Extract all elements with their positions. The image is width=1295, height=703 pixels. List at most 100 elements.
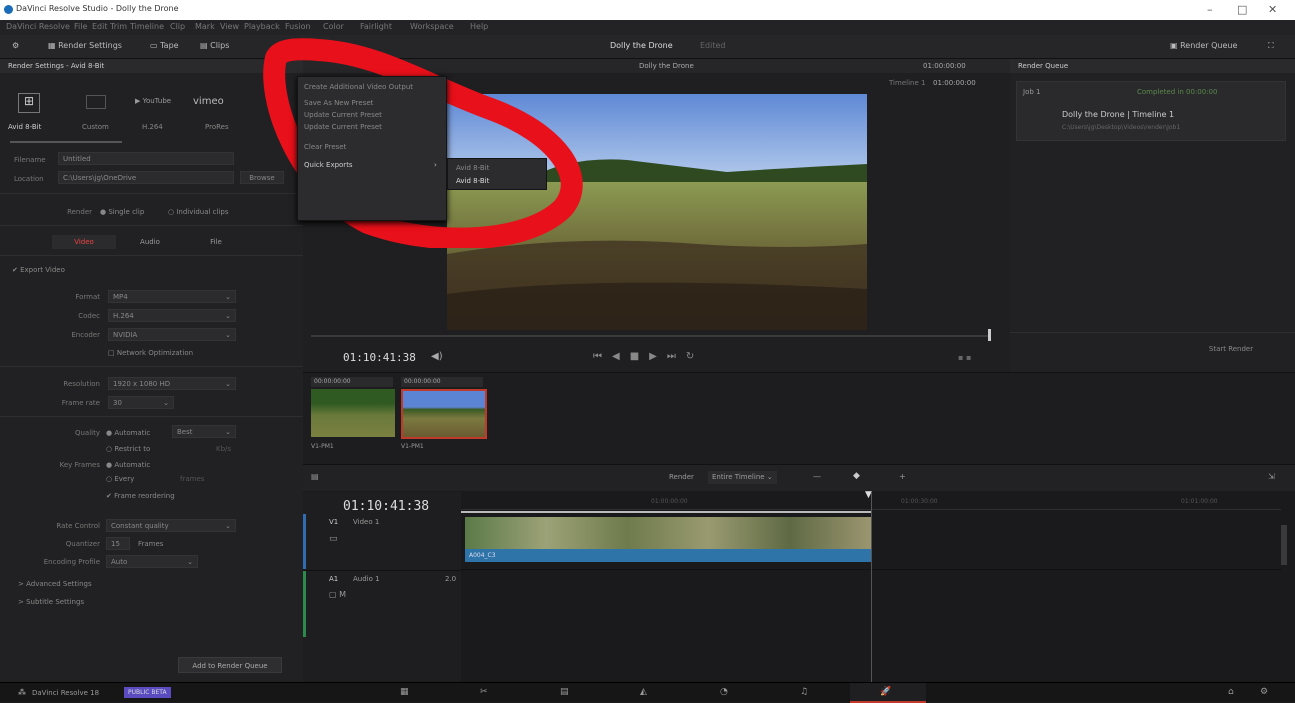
submenu-option[interactable]: Avid 8-Bit xyxy=(456,164,489,172)
minimize-icon[interactable]: – xyxy=(1207,3,1213,16)
location-label: Location xyxy=(14,175,44,183)
fairlight-page-icon[interactable]: ♫ xyxy=(800,687,808,697)
render-settings-button[interactable]: ▦ Render Settings xyxy=(48,41,122,50)
transport-controls[interactable]: ⏮◀■▶⏭↻ xyxy=(593,351,704,362)
menu-item[interactable]: Timeline xyxy=(130,22,164,31)
render-queue-button[interactable]: ▣ Render Queue xyxy=(1170,41,1237,50)
clip-thumbnail-selected[interactable] xyxy=(401,389,487,439)
add-to-render-queue-button[interactable]: Add to Render Queue xyxy=(178,657,282,673)
keyframes-every-radio[interactable]: ○ Every xyxy=(106,475,134,483)
menu-option[interactable]: Update Current Preset xyxy=(304,123,382,131)
youtube-preset-icon[interactable]: ▶ YouTube xyxy=(135,97,171,105)
playhead-marker[interactable] xyxy=(988,329,991,341)
advanced-settings-toggle[interactable]: > Advanced Settings xyxy=(18,580,92,588)
menu-item[interactable]: Trim xyxy=(110,22,127,31)
quality-restrict-radio[interactable]: ○ Restrict to xyxy=(106,445,150,453)
submenu-option[interactable]: Avid 8-Bit xyxy=(456,177,489,185)
menu-option[interactable]: Save As New Preset xyxy=(304,99,373,107)
custom-preset-icon[interactable] xyxy=(86,95,106,109)
encoder-select[interactable]: NVIDIA ⌄ xyxy=(108,328,236,341)
maximize-icon[interactable]: □ xyxy=(1237,3,1247,16)
color-page-icon[interactable]: ◔ xyxy=(720,687,728,697)
preset-label[interactable]: Avid 8-Bit xyxy=(8,123,41,131)
rate-control-select[interactable]: Constant quality ⌄ xyxy=(106,519,236,532)
menu-item[interactable]: View xyxy=(220,22,239,31)
framerate-select[interactable]: 30 ⌄ xyxy=(108,396,174,409)
cut-page-icon[interactable]: ✂ xyxy=(480,687,488,697)
workspace-icon[interactable]: ⚙ xyxy=(12,41,19,50)
start-render-button[interactable]: Start Render xyxy=(1196,342,1266,357)
video-clip[interactable] xyxy=(465,517,871,549)
quantizer-field[interactable]: 15 xyxy=(106,537,130,550)
zoom-in-icon[interactable]: + xyxy=(899,472,906,481)
close-icon[interactable]: ✕ xyxy=(1268,3,1277,16)
single-clip-radio[interactable]: ● Single clip xyxy=(100,208,144,216)
menu-option[interactable]: Create Additional Video Output xyxy=(304,83,413,91)
home-icon[interactable]: ⌂ xyxy=(1228,687,1234,697)
codec-select[interactable]: H.264 ⌄ xyxy=(108,309,236,322)
viewer-scrubber[interactable] xyxy=(311,335,991,337)
track-lock-icon[interactable]: ▭ xyxy=(329,534,338,544)
tab-file[interactable]: File xyxy=(184,235,248,249)
individual-clips-radio[interactable]: ○ Individual clips xyxy=(168,208,229,216)
quality-auto-radio[interactable]: ● Automatic xyxy=(106,429,150,437)
menu-item[interactable]: Edit xyxy=(92,22,108,31)
network-optimization-checkbox[interactable]: □ Network Optimization xyxy=(108,349,193,357)
viewer-timecode: 01:10:41:38 xyxy=(343,351,416,364)
clip-thumbnail[interactable] xyxy=(311,389,395,437)
preset-label[interactable]: H.264 xyxy=(142,123,163,131)
location-field[interactable]: C:\Users\jg\OneDrive xyxy=(58,171,234,184)
timeline-options-icon[interactable]: ⇲ xyxy=(1268,472,1275,481)
network-optimization-label: Network Optimization xyxy=(116,349,194,357)
encoding-profile-select[interactable]: Auto ⌄ xyxy=(106,555,198,568)
volume-icon[interactable]: ◀) xyxy=(431,351,443,362)
solo-mute-icon[interactable]: ▢ M xyxy=(329,590,346,599)
clip-label: 00:00:00:00 xyxy=(401,377,483,387)
vimeo-preset-icon[interactable]: vimeo xyxy=(193,96,224,107)
menu-item[interactable]: Fairlight xyxy=(360,22,392,31)
filename-field[interactable]: Untitled xyxy=(58,152,234,165)
menu-item[interactable]: Fusion xyxy=(285,22,311,31)
avid-preset-icon[interactable]: ⊞ xyxy=(18,93,40,113)
menu-item[interactable]: Help xyxy=(470,22,488,31)
tape-button[interactable]: ▭ Tape xyxy=(150,41,179,50)
playhead-icon[interactable]: ▼ xyxy=(865,490,875,500)
fusion-page-icon[interactable]: ◭ xyxy=(640,687,647,697)
menu-item[interactable]: Workspace xyxy=(410,22,454,31)
menu-item[interactable]: Clip xyxy=(170,22,185,31)
menu-option[interactable]: Clear Preset xyxy=(304,143,346,151)
media-page-icon[interactable]: ▦ xyxy=(400,687,409,697)
format-select[interactable]: MP4 ⌄ xyxy=(108,290,236,303)
timeline-scrollbar[interactable] xyxy=(1281,525,1287,565)
clips-button[interactable]: ▤ Clips xyxy=(200,41,229,50)
menu-item[interactable]: DaVinci Resolve xyxy=(6,22,70,31)
settings-icon[interactable]: ⚙ xyxy=(1260,687,1268,697)
menu-option-quick-exports[interactable]: Quick Exports xyxy=(304,161,353,169)
resolution-select[interactable]: 1920 x 1080 HD ⌄ xyxy=(108,377,236,390)
frame-reordering-checkbox[interactable]: ✔ Frame reordering xyxy=(106,492,175,500)
zoom-slider-handle[interactable]: ◆ xyxy=(853,471,860,481)
preset-label[interactable]: ProRes xyxy=(205,123,229,131)
export-video-checkbox[interactable]: ✔ Export Video xyxy=(12,266,65,274)
menu-option[interactable]: Update Current Preset xyxy=(304,111,382,119)
menu-item[interactable]: Mark xyxy=(195,22,215,31)
menu-bar: DaVinci Resolve File Edit Trim Timeline … xyxy=(0,20,1295,35)
subtitle-settings-toggle[interactable]: > Subtitle Settings xyxy=(18,598,84,606)
keyframes-auto-radio[interactable]: ● Automatic xyxy=(106,461,150,469)
menu-item[interactable]: File xyxy=(74,22,87,31)
tab-audio[interactable]: Audio xyxy=(118,235,182,249)
edit-page-icon[interactable]: ▤ xyxy=(560,687,569,697)
menu-item[interactable]: Color xyxy=(323,22,344,31)
timeline-view-icon[interactable]: ▤ xyxy=(311,472,319,481)
render-settings-label: Render Settings xyxy=(58,41,122,50)
viewer-options-icon[interactable]: ▪ ▪ xyxy=(958,353,971,362)
preset-label[interactable]: Custom xyxy=(82,123,109,131)
deliver-page-icon[interactable]: 🚀 xyxy=(880,687,891,697)
render-job-card[interactable]: Job 1 Completed in 00:00:00 Dolly the Dr… xyxy=(1016,81,1286,141)
render-range-select[interactable]: Entire Timeline ⌄ xyxy=(708,471,777,484)
quality-select[interactable]: Best ⌄ xyxy=(172,425,236,438)
menu-item[interactable]: Playback xyxy=(244,22,280,31)
zoom-out-icon[interactable]: — xyxy=(813,472,821,481)
expand-icon[interactable]: ⛶ xyxy=(1268,41,1274,51)
tab-video[interactable]: Video xyxy=(52,235,116,249)
